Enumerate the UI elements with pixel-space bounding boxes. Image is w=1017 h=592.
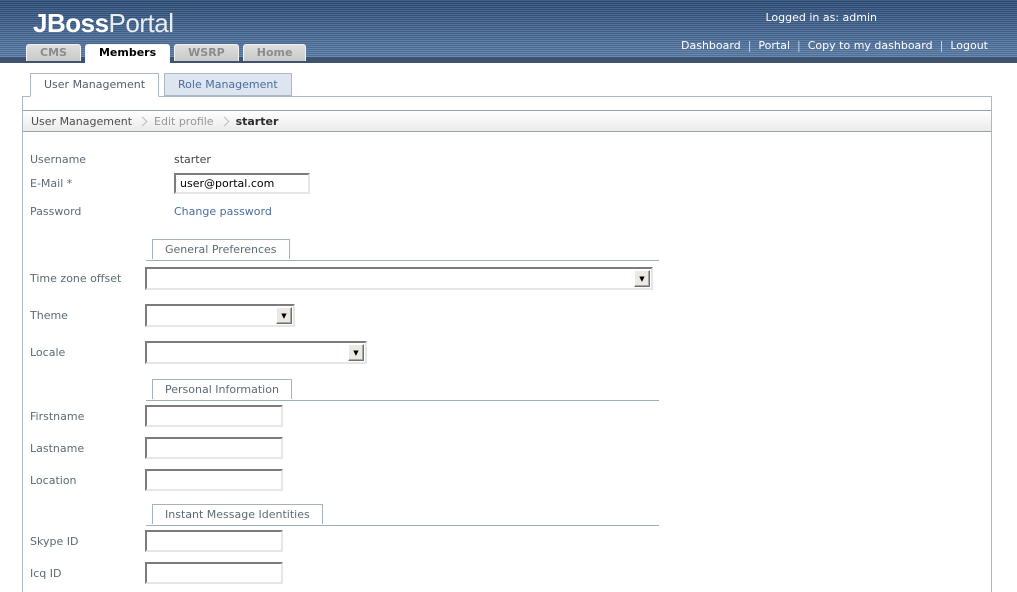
- skype-id-input[interactable]: [145, 530, 283, 552]
- breadcrumb-chevron-icon: [219, 116, 229, 126]
- theme-select[interactable]: ▼: [145, 304, 295, 327]
- breadcrumb-item-user-management[interactable]: User Management: [31, 115, 132, 128]
- field-row-time-zone-offset: Time zone offset ▼: [30, 267, 991, 290]
- content-panel: User Management Edit profile starter Usern…: [22, 96, 992, 592]
- field-row-theme: Theme ▼: [30, 304, 991, 327]
- locale-select[interactable]: ▼: [145, 341, 367, 364]
- link-separator: |: [748, 39, 752, 52]
- dropdown-arrow-icon[interactable]: ▼: [348, 344, 364, 361]
- icq-id-input[interactable]: [145, 562, 283, 584]
- section-instant-message-identities: Instant Message Identities Skype ID Icq ID: [30, 504, 991, 584]
- breadcrumb-item-edit-profile[interactable]: Edit profile: [154, 115, 214, 128]
- logo-bold-text: JBoss: [33, 8, 109, 38]
- tab-members[interactable]: Members: [85, 44, 170, 63]
- dropdown-arrow-icon[interactable]: ▼: [634, 270, 650, 287]
- username-label: Username: [30, 153, 174, 166]
- breadcrumb: User Management Edit profile starter: [23, 110, 991, 132]
- field-label-location: Location: [30, 474, 145, 487]
- email-label: E-Mail *: [30, 177, 174, 190]
- username-value: starter: [174, 153, 211, 166]
- section-header: General Preferences: [30, 239, 991, 261]
- section-rule: [146, 400, 659, 401]
- email-row: E-Mail *: [30, 171, 991, 196]
- location-input[interactable]: [145, 469, 283, 491]
- password-label: Password: [30, 205, 174, 218]
- top-tab-bar: CMSMembersWSRPHome: [26, 44, 306, 63]
- section-rule: [146, 525, 659, 526]
- firstname-input[interactable]: [145, 405, 283, 427]
- section-title: General Preferences: [152, 239, 290, 259]
- link-separator: |: [797, 39, 801, 52]
- field-row-location: Location: [30, 469, 991, 491]
- field-label-firstname: Firstname: [30, 410, 145, 423]
- field-label-theme: Theme: [30, 309, 145, 322]
- section-title: Instant Message Identities: [152, 504, 323, 524]
- email-field[interactable]: [174, 173, 310, 194]
- tab-wsrp[interactable]: WSRP: [174, 44, 239, 61]
- jboss-portal-logo: JBossPortal: [33, 8, 173, 39]
- change-password-link[interactable]: Change password: [174, 205, 272, 218]
- header-link-dashboard[interactable]: Dashboard: [681, 39, 741, 52]
- portal-header: JBossPortal Logged in as: admin Dashboar…: [0, 0, 1017, 63]
- field-row-lastname: Lastname: [30, 437, 991, 459]
- link-separator: |: [940, 39, 944, 52]
- section-personal-information: Personal Information Firstname Lastname Loc…: [30, 379, 991, 491]
- header-link-logout[interactable]: Logout: [950, 39, 988, 52]
- field-label-icq-id: Icq ID: [30, 567, 145, 580]
- subtab-bar: User ManagementRole Management: [30, 73, 1017, 96]
- field-label-skype-id: Skype ID: [30, 535, 145, 548]
- jboss-portal-page: JBossPortal Logged in as: admin Dashboar…: [0, 0, 1017, 592]
- header-link-copy-to-my-dashboard[interactable]: Copy to my dashboard: [808, 39, 933, 52]
- dropdown-arrow-icon[interactable]: ▼: [276, 307, 292, 324]
- header-link-portal[interactable]: Portal: [758, 39, 790, 52]
- header-links: Dashboard | Portal | Copy to my dashboard | Lo…: [681, 39, 988, 52]
- field-row-icq-id: Icq ID: [30, 562, 991, 584]
- field-row-firstname: Firstname: [30, 405, 991, 427]
- field-label-lastname: Lastname: [30, 442, 145, 455]
- subtab-user-management[interactable]: User Management: [30, 73, 159, 97]
- subtab-role-management[interactable]: Role Management: [164, 73, 292, 96]
- section-header: Personal Information: [30, 379, 991, 401]
- field-row-skype-id: Skype ID: [30, 530, 991, 552]
- breadcrumb-chevron-icon: [138, 116, 148, 126]
- lastname-input[interactable]: [145, 437, 283, 459]
- field-label-locale: Locale: [30, 346, 145, 359]
- logged-in-status: Logged in as: admin: [765, 11, 877, 24]
- section-general-preferences: General PreferencesTime zone offset▼Them…: [30, 239, 991, 364]
- sections: General PreferencesTime zone offset▼Them…: [30, 239, 991, 584]
- section-title: Personal Information: [152, 379, 292, 399]
- edit-profile-form: Username starter E-Mail * Password Chang…: [23, 132, 991, 584]
- tab-home[interactable]: Home: [243, 44, 307, 61]
- password-row: Password Change password: [30, 201, 991, 221]
- tab-cms[interactable]: CMS: [26, 44, 81, 61]
- time-zone-offset-select[interactable]: ▼: [145, 267, 653, 290]
- logo-light-text: Portal: [109, 8, 174, 38]
- section-header: Instant Message Identities: [30, 504, 991, 526]
- field-row-locale: Locale ▼: [30, 341, 991, 364]
- field-label-time-zone-offset: Time zone offset: [30, 272, 145, 285]
- section-rule: [146, 260, 659, 261]
- username-row: Username starter: [30, 149, 991, 169]
- breadcrumb-item-starter: starter: [236, 115, 279, 128]
